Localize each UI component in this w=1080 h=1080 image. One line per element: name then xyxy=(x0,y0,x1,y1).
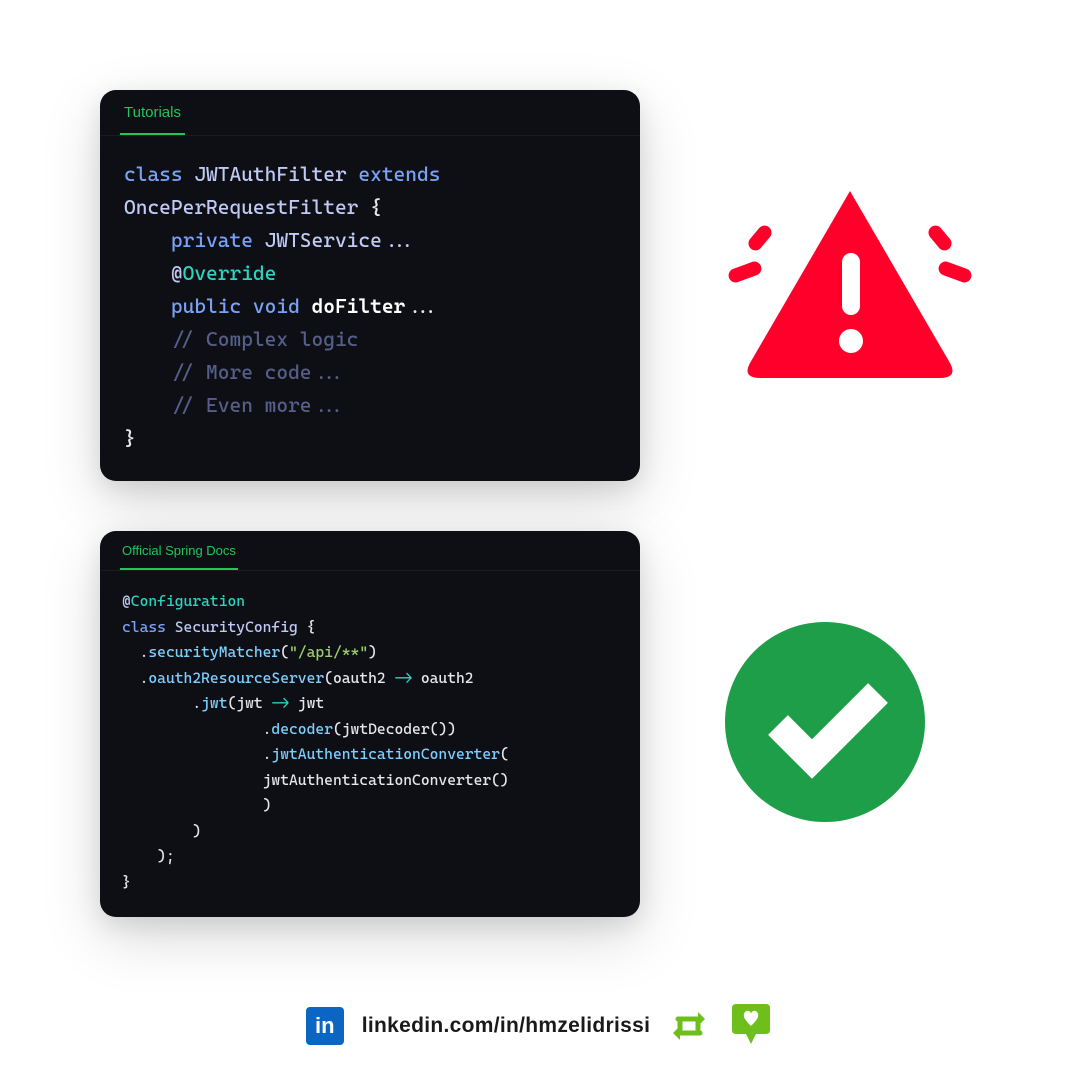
like-icon xyxy=(728,1004,774,1048)
tab-tutorials: Tutorials xyxy=(120,90,185,135)
code-block-tutorials: class JWTAuthFilter extends OncePerReque… xyxy=(100,136,640,481)
tab-bar: Official Spring Docs xyxy=(100,531,640,571)
repost-icon xyxy=(668,1005,710,1047)
tutorials-code-card: Tutorials class JWTAuthFilter extends On… xyxy=(100,90,640,481)
code-block-official: @Configuration class SecurityConfig { .s… xyxy=(100,571,640,917)
warning-icon xyxy=(720,173,980,398)
footer: in linkedin.com/in/hmzelidrissi xyxy=(0,1004,1080,1048)
linkedin-handle: linkedin.com/in/hmzelidrissi xyxy=(362,1014,650,1038)
official-docs-code-card: Official Spring Docs @Configuration clas… xyxy=(100,531,640,917)
tab-bar: Tutorials xyxy=(100,90,640,136)
tab-official-docs: Official Spring Docs xyxy=(120,531,238,570)
linkedin-icon: in xyxy=(306,1007,344,1045)
checkmark-icon xyxy=(720,617,930,832)
top-comparison-row: Tutorials class JWTAuthFilter extends On… xyxy=(100,90,1000,481)
bottom-comparison-row: Official Spring Docs @Configuration clas… xyxy=(100,531,1000,917)
